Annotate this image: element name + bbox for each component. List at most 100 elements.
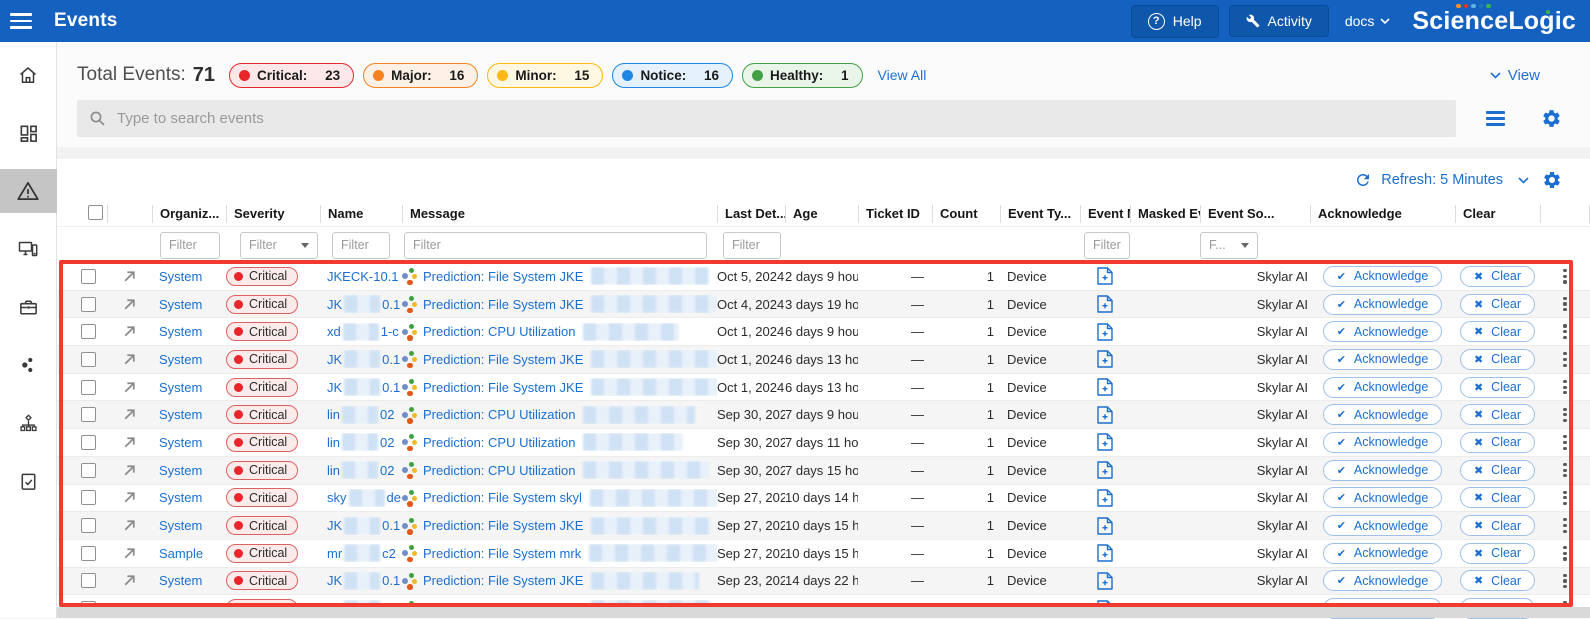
acknowledge-button[interactable]: ✔Acknowledge — [1323, 460, 1443, 481]
open-event-icon[interactable] — [107, 324, 152, 339]
device-name-link[interactable]: JKECK-10.1 — [327, 269, 399, 284]
filter-event-source-select[interactable]: F... — [1200, 232, 1258, 259]
device-name-link[interactable]: xd — [327, 324, 341, 339]
row-checkbox[interactable] — [81, 352, 96, 367]
acknowledge-button[interactable]: ✔Acknowledge — [1323, 377, 1443, 398]
table-row[interactable]: System Critical JK 0.1 Prediction: File … — [57, 512, 1590, 540]
add-note-icon[interactable] — [1080, 433, 1130, 451]
open-event-icon[interactable] — [107, 490, 152, 505]
row-menu-icon[interactable] — [1559, 542, 1570, 565]
open-event-icon[interactable] — [107, 573, 152, 588]
table-row[interactable]: System Critical xd 1-c Prediction: CPU U… — [57, 318, 1590, 346]
healthy-pill[interactable]: Healthy: 1 — [742, 63, 863, 88]
row-menu-icon[interactable] — [1559, 320, 1570, 343]
column-name[interactable]: Name — [320, 205, 402, 223]
sidebar-item-business-services[interactable] — [0, 285, 57, 329]
select-all-checkbox[interactable] — [88, 205, 103, 220]
organization-link[interactable]: System — [159, 518, 202, 533]
column-last-detected[interactable]: Last Det... — [717, 205, 785, 223]
row-checkbox[interactable] — [81, 269, 96, 284]
device-name-link-suffix[interactable]: der — [387, 490, 403, 505]
organization-link[interactable]: System — [159, 297, 202, 312]
message-link[interactable]: Prediction: File System skyl — [423, 490, 582, 505]
device-name-link-suffix[interactable]: 0.1 — [382, 380, 400, 395]
column-age[interactable]: Age — [785, 205, 858, 223]
device-name-link[interactable]: mr — [327, 546, 342, 561]
help-button[interactable]: ? Help — [1131, 5, 1219, 38]
critical-pill[interactable]: Critical: 23 — [229, 63, 354, 88]
message-link[interactable]: Prediction: CPU Utilization — [423, 435, 575, 450]
filter-organization[interactable] — [160, 232, 220, 259]
column-severity[interactable]: Severity — [226, 205, 320, 223]
filter-event-note[interactable] — [1084, 232, 1130, 259]
device-name-link[interactable]: lin — [327, 463, 340, 478]
sidebar-item-devices[interactable] — [0, 227, 57, 271]
clear-button[interactable]: ✖Clear — [1460, 487, 1535, 508]
message-link[interactable]: Prediction: File System JKE — [423, 297, 583, 312]
table-row[interactable]: System Critical JK 0.1 Prediction: File … — [57, 374, 1590, 402]
device-name-link-suffix[interactable]: 0.1 — [382, 518, 400, 533]
device-name-link-suffix[interactable]: c2 — [382, 546, 396, 561]
sidebar-item-maps[interactable] — [0, 401, 57, 445]
row-menu-icon[interactable] — [1559, 404, 1570, 427]
organization-link[interactable]: System — [159, 269, 202, 284]
row-menu-icon[interactable] — [1559, 570, 1570, 593]
organization-link[interactable]: System — [159, 490, 202, 505]
minor-pill[interactable]: Minor: 15 — [487, 63, 603, 88]
add-note-icon[interactable] — [1080, 323, 1130, 341]
add-note-icon[interactable] — [1080, 406, 1130, 424]
acknowledge-button[interactable]: ✔Acknowledge — [1323, 543, 1443, 564]
table-row[interactable]: System Critical sky der Prediction: File… — [57, 485, 1590, 513]
row-menu-icon[interactable] — [1559, 265, 1570, 288]
organization-link[interactable]: System — [159, 352, 202, 367]
acknowledge-button[interactable]: ✔Acknowledge — [1323, 404, 1443, 425]
open-event-icon[interactable] — [107, 352, 152, 367]
acknowledge-button[interactable]: ✔Acknowledge — [1323, 432, 1443, 453]
add-note-icon[interactable] — [1080, 267, 1130, 285]
open-event-icon[interactable] — [107, 463, 152, 478]
view-menu[interactable]: View — [1490, 67, 1540, 84]
column-clear[interactable]: Clear — [1455, 205, 1540, 223]
clear-button[interactable]: ✖Clear — [1460, 460, 1535, 481]
filter-last-detected[interactable] — [723, 232, 781, 259]
notice-pill[interactable]: Notice: 16 — [612, 63, 733, 88]
device-name-link-suffix[interactable]: 0.1 — [382, 297, 400, 312]
organization-link[interactable]: System — [159, 324, 202, 339]
refresh-interval-label[interactable]: Refresh: 5 Minutes — [1381, 172, 1503, 188]
device-name-link[interactable]: JK — [327, 518, 342, 533]
device-name-link[interactable]: JK — [327, 573, 342, 588]
add-note-icon[interactable] — [1080, 489, 1130, 507]
filter-message[interactable] — [404, 232, 707, 259]
open-event-icon[interactable] — [107, 297, 152, 312]
column-event-type[interactable]: Event Ty... — [1000, 205, 1080, 223]
row-menu-icon[interactable] — [1559, 459, 1570, 482]
message-link[interactable]: Prediction: File System JKE — [423, 380, 583, 395]
add-note-icon[interactable] — [1080, 544, 1130, 562]
acknowledge-button[interactable]: ✔Acknowledge — [1323, 321, 1443, 342]
filter-name[interactable] — [332, 232, 390, 259]
view-all-link[interactable]: View All — [878, 67, 927, 83]
chevron-down-icon[interactable] — [1518, 177, 1529, 184]
device-name-link[interactable]: lin — [327, 435, 340, 450]
open-event-icon[interactable] — [107, 269, 152, 284]
open-event-icon[interactable] — [107, 546, 152, 561]
clear-button[interactable]: ✖Clear — [1460, 515, 1535, 536]
table-row[interactable]: System Critical lin 02 Prediction: CPU U… — [57, 457, 1590, 485]
device-name-link-suffix[interactable]: 1-c — [381, 324, 399, 339]
add-note-icon[interactable] — [1080, 378, 1130, 396]
device-name-link-suffix[interactable]: 02 — [380, 435, 394, 450]
clear-button[interactable]: ✖Clear — [1460, 543, 1535, 564]
message-link[interactable]: Prediction: CPU Utilization — [423, 407, 575, 422]
clear-button[interactable]: ✖Clear — [1460, 377, 1535, 398]
message-link[interactable]: Prediction: File System JKE — [423, 269, 583, 284]
filter-severity-select[interactable]: Filter — [240, 232, 318, 259]
device-name-link-suffix[interactable]: 0.1 — [382, 352, 400, 367]
row-menu-icon[interactable] — [1559, 431, 1570, 454]
row-menu-icon[interactable] — [1559, 376, 1570, 399]
organization-link[interactable]: Sample — [159, 546, 203, 561]
message-link[interactable]: Prediction: File System mrk — [423, 546, 581, 561]
acknowledge-button[interactable]: ✔Acknowledge — [1323, 266, 1443, 287]
account-menu[interactable]: docs — [1345, 13, 1391, 29]
message-link[interactable]: Prediction: File System JKE — [423, 352, 583, 367]
sidebar-item-automations[interactable] — [0, 343, 57, 387]
